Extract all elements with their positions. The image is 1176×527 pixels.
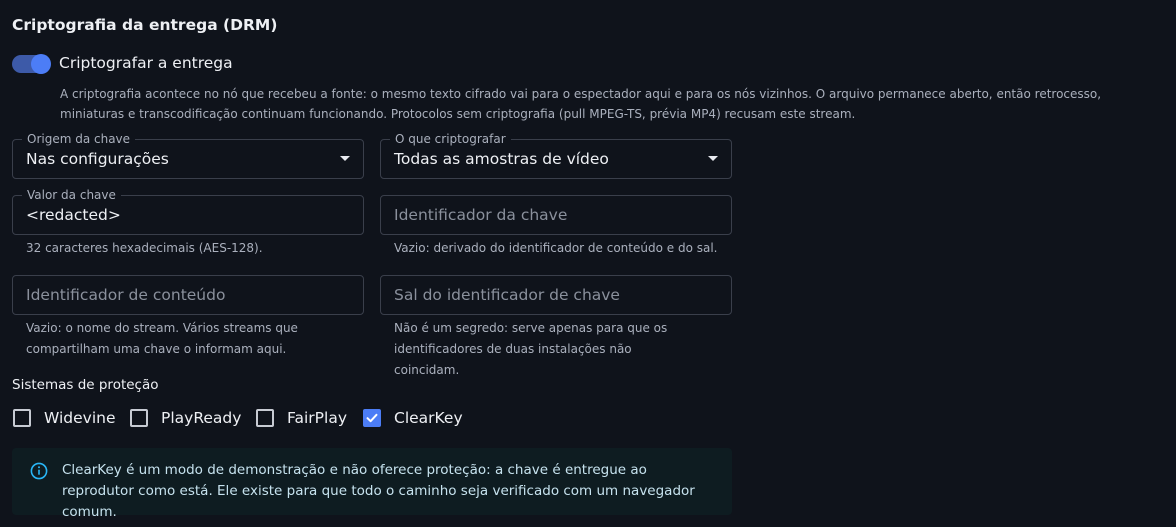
encrypt-delivery-toggle[interactable] <box>12 54 51 74</box>
encrypt-delivery-label: Criptografar a entrega <box>59 54 233 72</box>
playready-checkbox[interactable] <box>130 409 148 427</box>
key-source-label: Origem da chave <box>22 131 136 147</box>
widevine-option[interactable]: Widevine <box>13 408 116 428</box>
alert-message: ClearKey é um modo de demonstração e não… <box>62 462 695 520</box>
clearkey-option[interactable]: ClearKey <box>363 408 463 428</box>
key-id-salt-input[interactable]: Sal do identificador de chave <box>380 275 732 315</box>
content-id-helper: Vazio: o nome do stream. Vários streams … <box>26 321 298 356</box>
check-icon <box>366 413 378 423</box>
fairplay-option[interactable]: FairPlay <box>256 408 347 428</box>
content-id-placeholder: Identificador de conteúdo <box>26 286 226 304</box>
fairplay-label: FairPlay <box>287 409 347 427</box>
widevine-checkbox[interactable] <box>13 409 31 427</box>
chevron-down-icon <box>708 156 718 161</box>
chevron-down-icon <box>340 156 350 161</box>
what-to-encrypt-label: O que criptografar <box>390 131 511 147</box>
key-id-placeholder: Identificador da chave <box>394 206 568 224</box>
key-value-input[interactable]: Valor da chave <redacted> <box>12 187 364 235</box>
content-id-input[interactable]: Identificador de conteúdo <box>12 275 364 315</box>
toggle-knob <box>31 54 51 74</box>
info-icon <box>30 462 48 480</box>
key-source-value: Nas configurações <box>26 150 169 168</box>
key-value-helper: 32 caracteres hexadecimais (AES-128). <box>26 241 263 255</box>
key-value-label: Valor da chave <box>22 187 121 203</box>
protection-systems-title: Sistemas de proteção <box>12 377 159 393</box>
encrypt-delivery-description: A criptografia acontece no nó que recebe… <box>60 87 1102 121</box>
clearkey-label: ClearKey <box>394 409 463 427</box>
key-id-salt-placeholder: Sal do identificador de chave <box>394 286 620 304</box>
key-id-input[interactable]: Identificador da chave <box>380 195 732 235</box>
clearkey-checkbox[interactable] <box>363 409 381 427</box>
playready-option[interactable]: PlayReady <box>130 408 241 428</box>
section-title: Criptografia da entrega (DRM) <box>12 16 278 34</box>
drm-settings-panel: Criptografia da entrega (DRM) Criptograf… <box>0 0 1176 527</box>
widevine-label: Widevine <box>44 409 116 427</box>
key-value-text: <redacted> <box>26 206 121 224</box>
what-to-encrypt-select[interactable]: O que criptografar Todas as amostras de … <box>380 131 732 179</box>
clearkey-info-alert: ClearKey é um modo de demonstração e não… <box>12 448 732 520</box>
what-to-encrypt-value: Todas as amostras de vídeo <box>394 150 609 168</box>
playready-label: PlayReady <box>161 409 242 427</box>
fairplay-checkbox[interactable] <box>256 409 274 427</box>
key-id-salt-helper: Não é um segredo: serve apenas para que … <box>394 321 668 377</box>
key-id-helper: Vazio: derivado do identificador de cont… <box>394 241 718 255</box>
key-source-select[interactable]: Origem da chave Nas configurações <box>12 131 364 179</box>
